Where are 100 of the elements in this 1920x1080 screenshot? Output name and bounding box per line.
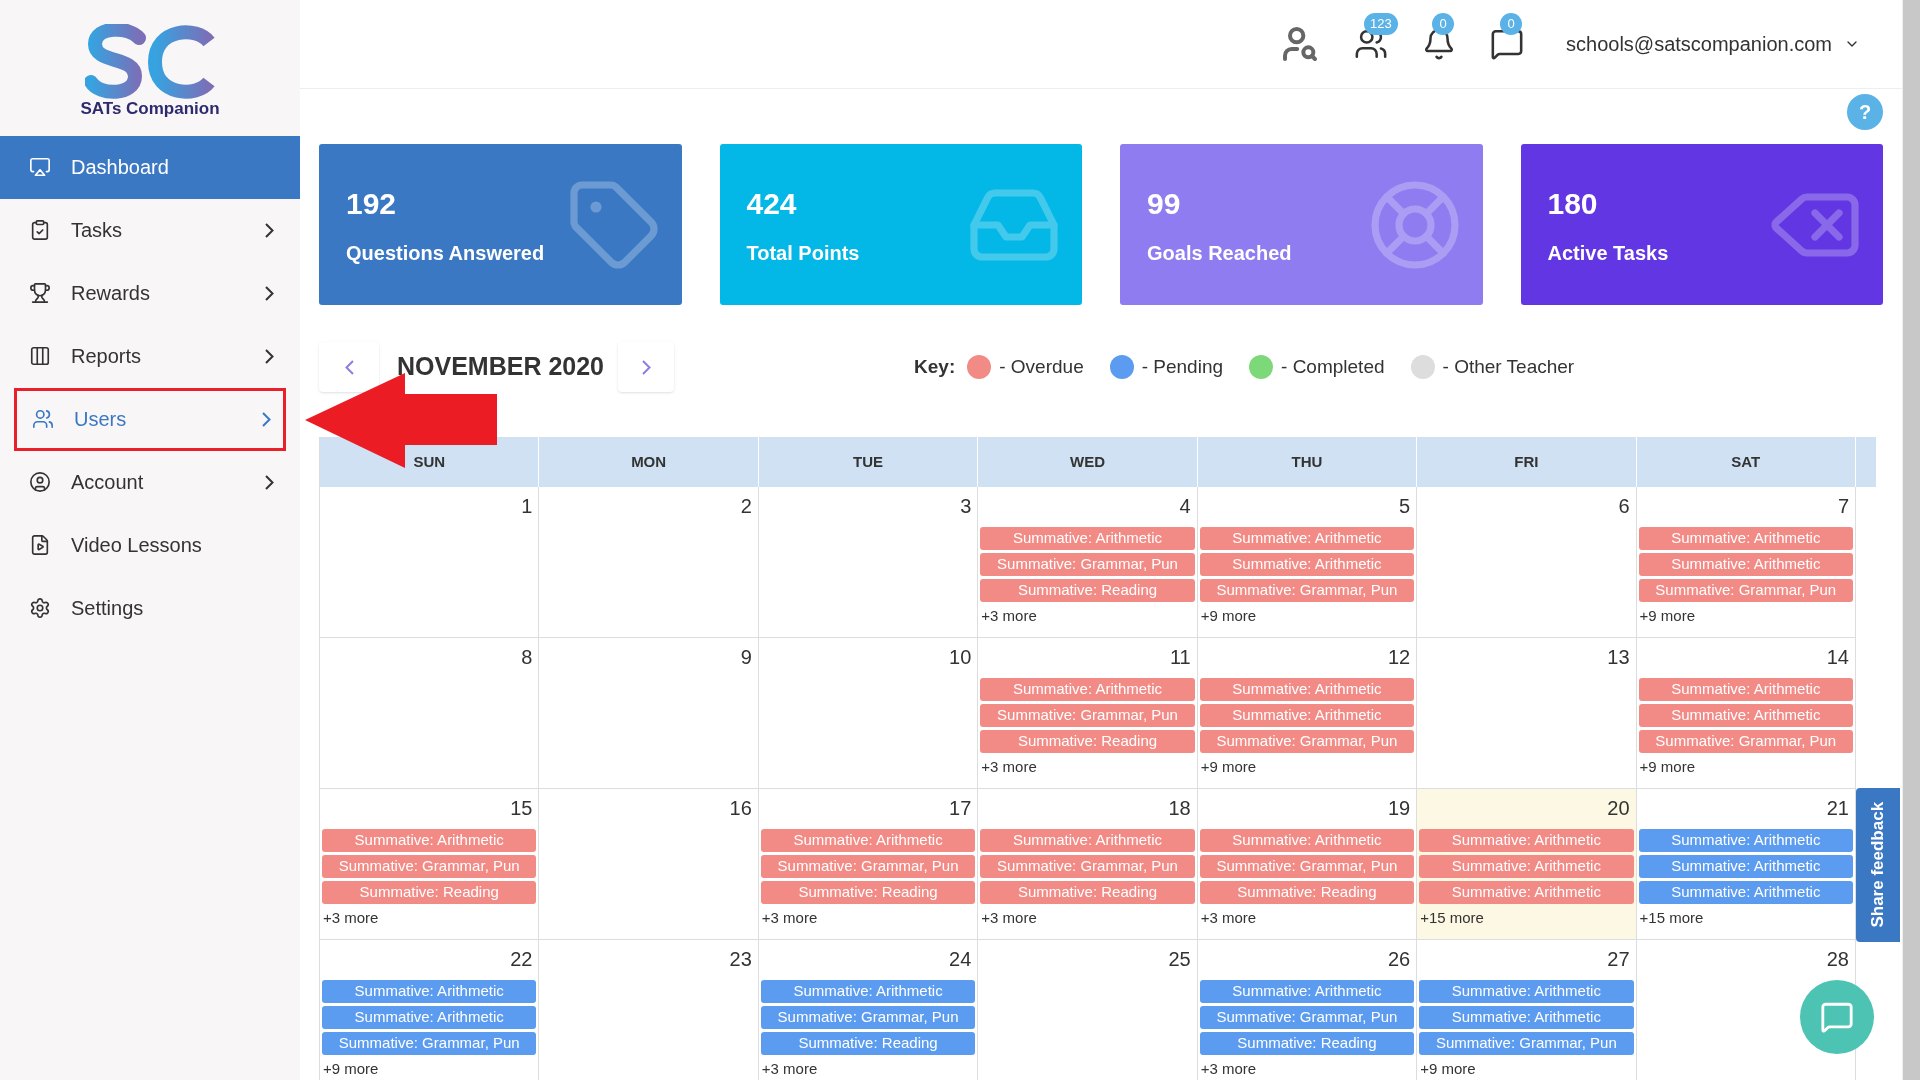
help-button[interactable]: ? xyxy=(1847,94,1883,130)
event-chip[interactable]: Summative: Arithmetic xyxy=(322,829,537,852)
event-chip[interactable]: Summative: Arithmetic xyxy=(1638,553,1853,576)
stat-value: 424 xyxy=(746,186,798,222)
event-chip[interactable]: Summative: Arithmetic xyxy=(1199,678,1415,701)
more-link[interactable]: +9 more xyxy=(1199,756,1415,779)
more-link[interactable]: +3 more xyxy=(1199,1058,1415,1080)
event-chip[interactable]: Summative: Reading xyxy=(760,881,976,904)
event-chip[interactable]: Summative: Arithmetic xyxy=(1419,881,1634,904)
stat-label: Questions Answered xyxy=(346,241,545,266)
event-chip[interactable]: Summative: Arithmetic xyxy=(322,1006,537,1029)
event-chip[interactable]: Summative: Reading xyxy=(760,1032,976,1055)
more-link[interactable]: +9 more xyxy=(1419,1058,1634,1080)
event-chip[interactable]: Summative: Arithmetic xyxy=(1199,527,1415,550)
chevron-icon xyxy=(265,474,274,490)
event-chip[interactable]: Summative: Grammar, Pun xyxy=(980,704,1195,727)
day-number: 2 xyxy=(740,494,753,519)
more-link[interactable]: +3 more xyxy=(980,907,1195,930)
event-chip[interactable]: Summative: Grammar, Pun xyxy=(980,553,1195,576)
event-chip[interactable]: Summative: Arithmetic xyxy=(1638,678,1853,701)
event-chip[interactable]: Summative: Reading xyxy=(980,730,1195,753)
stat-label: Active Tasks xyxy=(1547,241,1669,266)
event-chip[interactable]: Summative: Grammar, Pun xyxy=(1199,855,1415,878)
messages-icon[interactable] xyxy=(1490,27,1524,61)
more-link[interactable]: +3 more xyxy=(980,756,1195,779)
nav-item[interactable]: Tasks xyxy=(0,198,300,262)
more-link[interactable]: +15 more xyxy=(1419,907,1634,930)
day-number: 4 xyxy=(1179,494,1192,519)
event-chip[interactable]: Summative: Grammar, Pun xyxy=(1199,579,1415,602)
nav-item[interactable]: Rewards xyxy=(0,261,300,325)
more-link[interactable]: +9 more xyxy=(322,1058,537,1080)
event-chip[interactable]: Summative: Arithmetic xyxy=(1419,980,1634,1003)
day-number: 7 xyxy=(1837,494,1850,519)
event-chip[interactable]: Summative: Arithmetic xyxy=(1199,704,1415,727)
event-chip[interactable]: Summative: Arithmetic xyxy=(980,527,1195,550)
nav-item[interactable]: Account xyxy=(0,450,300,514)
event-chip[interactable]: Summative: Arithmetic xyxy=(980,678,1195,701)
nav-item[interactable]: Users xyxy=(14,387,286,451)
nav-item[interactable]: Settings xyxy=(0,576,300,640)
event-chip[interactable]: Summative: Arithmetic xyxy=(1419,855,1634,878)
scrollbar[interactable] xyxy=(1902,0,1920,1080)
event-chip[interactable]: Summative: Arithmetic xyxy=(1638,704,1853,727)
day-number: 9 xyxy=(740,645,753,670)
users-icon[interactable] xyxy=(1354,27,1388,61)
day-number: 18 xyxy=(1168,796,1192,821)
day-number: 1 xyxy=(521,494,534,519)
day-number: 16 xyxy=(729,796,753,821)
event-chip[interactable]: Summative: Arithmetic xyxy=(980,829,1195,852)
event-chip[interactable]: Summative: Reading xyxy=(980,579,1195,602)
event-chip[interactable]: Summative: Grammar, Pun xyxy=(1199,730,1415,753)
event-chip[interactable]: Summative: Reading xyxy=(1199,881,1415,904)
count-badge: 0 xyxy=(1432,13,1454,35)
nav-item[interactable]: Video Lessons xyxy=(0,513,300,577)
event-chip[interactable]: Summative: Arithmetic xyxy=(1419,1006,1634,1029)
day-number: 24 xyxy=(949,947,973,972)
more-link[interactable]: +9 more xyxy=(1199,605,1415,628)
day-number: 6 xyxy=(1618,494,1631,519)
event-chip[interactable]: Summative: Arithmetic xyxy=(1638,855,1853,878)
more-link[interactable]: +3 more xyxy=(760,907,976,930)
event-chip[interactable]: Summative: Arithmetic xyxy=(1419,829,1634,852)
event-chip[interactable]: Summative: Arithmetic xyxy=(1199,829,1415,852)
nav-item[interactable]: Dashboard xyxy=(0,135,300,199)
event-chip[interactable]: Summative: Grammar, Pun xyxy=(1638,730,1853,753)
legend-label: - Overdue xyxy=(999,354,1084,379)
nav-item[interactable]: Reports xyxy=(0,324,300,388)
more-link[interactable]: +9 more xyxy=(1638,756,1853,779)
more-link[interactable]: +3 more xyxy=(760,1058,976,1080)
event-chip[interactable]: Summative: Grammar, Pun xyxy=(1419,1032,1634,1055)
legend-label: - Completed xyxy=(1281,354,1385,379)
event-chip[interactable]: Summative: Grammar, Pun xyxy=(1638,579,1853,602)
more-link[interactable]: +3 more xyxy=(322,907,537,930)
event-chip[interactable]: Summative: Grammar, Pun xyxy=(760,1006,976,1029)
event-chip[interactable]: Summative: Arithmetic xyxy=(1199,553,1415,576)
more-link[interactable]: +15 more xyxy=(1638,907,1853,930)
event-chip[interactable]: Summative: Reading xyxy=(980,881,1195,904)
event-chip[interactable]: Summative: Arithmetic xyxy=(322,980,537,1003)
event-chip[interactable]: Summative: Grammar, Pun xyxy=(980,855,1195,878)
event-chip[interactable]: Summative: Grammar, Pun xyxy=(1199,1006,1415,1029)
event-chip[interactable]: Summative: Grammar, Pun xyxy=(322,1032,537,1055)
share-feedback-tab[interactable]: Share feedback xyxy=(1856,788,1900,942)
day-number: 22 xyxy=(510,947,534,972)
month-title: NOVEMBER 2020 xyxy=(397,351,605,383)
users-icon xyxy=(32,408,54,430)
chevron-icon xyxy=(265,285,274,301)
more-link[interactable]: +3 more xyxy=(980,605,1195,628)
more-link[interactable]: +3 more xyxy=(1199,907,1415,930)
event-chip[interactable]: Summative: Arithmetic xyxy=(1199,980,1415,1003)
more-link[interactable]: +9 more xyxy=(1638,605,1853,628)
search-icon[interactable] xyxy=(1280,24,1320,64)
event-chip[interactable]: Summative: Arithmetic xyxy=(1638,881,1853,904)
event-chip[interactable]: Summative: Arithmetic xyxy=(1638,829,1853,852)
account-menu[interactable]: schools@satscompanion.com xyxy=(1566,29,1860,59)
event-chip[interactable]: Summative: Arithmetic xyxy=(760,829,976,852)
event-chip[interactable]: Summative: Grammar, Pun xyxy=(760,855,976,878)
event-chip[interactable]: Summative: Grammar, Pun xyxy=(322,855,537,878)
day-number: 13 xyxy=(1607,645,1631,670)
event-chip[interactable]: Summative: Arithmetic xyxy=(1638,527,1853,550)
event-chip[interactable]: Summative: Arithmetic xyxy=(760,980,976,1003)
event-chip[interactable]: Summative: Reading xyxy=(322,881,537,904)
event-chip[interactable]: Summative: Reading xyxy=(1199,1032,1415,1055)
